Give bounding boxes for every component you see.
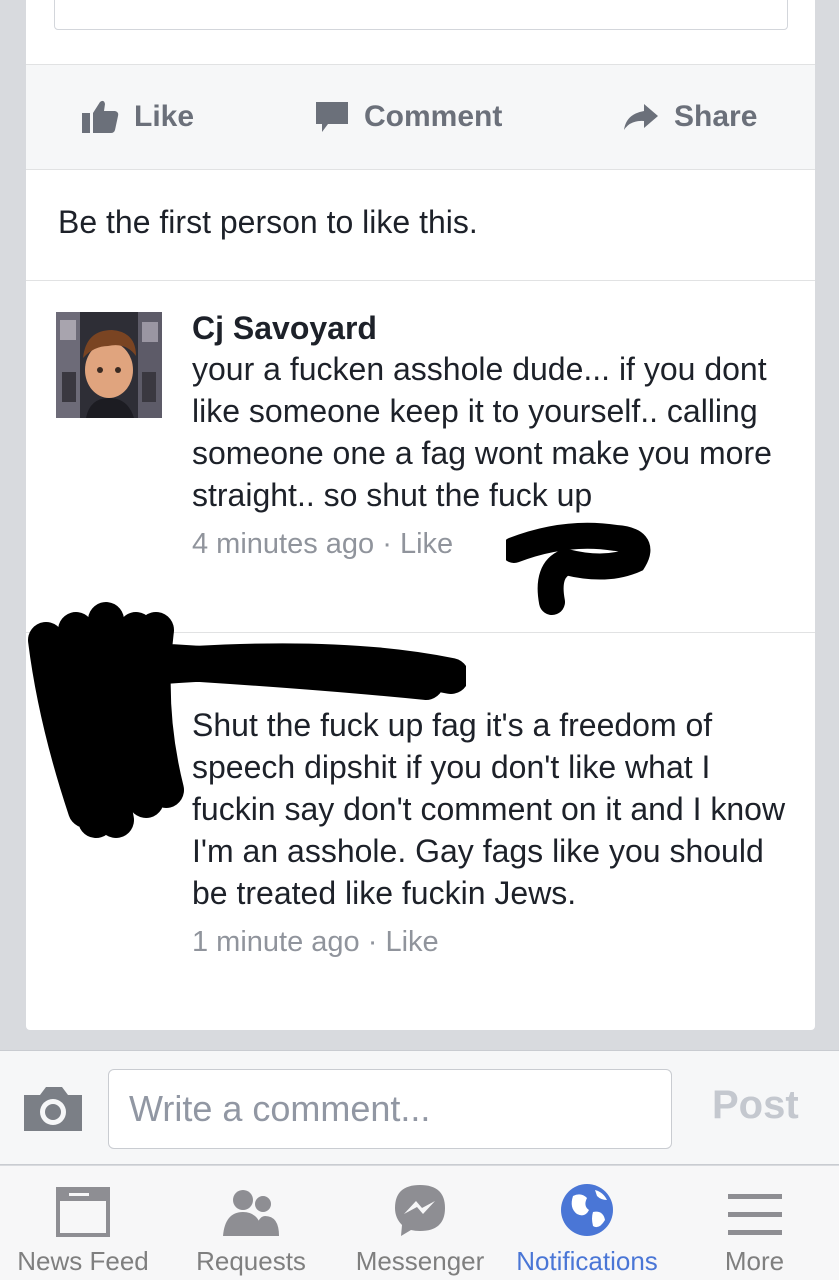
comment-composer: Write a comment... Post <box>0 1050 839 1165</box>
like-label: Like <box>134 100 195 133</box>
meta-separator: · <box>374 528 400 560</box>
post-content-box <box>54 0 788 30</box>
comment-label: Comment <box>364 100 503 133</box>
comment-item: Cj Savoyard your a fucken asshole dude..… <box>26 280 815 632</box>
redaction-scribble <box>506 522 651 615</box>
tab-more[interactable]: More <box>670 1166 839 1280</box>
post-card: Like Comment Share Be the first person t… <box>26 0 815 1030</box>
tab-label: Messenger <box>355 1246 485 1276</box>
camera-icon[interactable] <box>20 1085 86 1133</box>
tab-label: Requests <box>196 1246 306 1276</box>
news-feed-icon <box>56 1187 110 1237</box>
avatar[interactable] <box>56 312 162 418</box>
share-action[interactable]: Share <box>622 100 757 134</box>
comment-time: 1 minute ago <box>192 926 360 958</box>
likes-summary[interactable]: Be the first person to like this. <box>58 204 478 241</box>
comment-body: Cj Savoyard your a fucken asshole dude..… <box>192 308 792 561</box>
comment-like-link[interactable]: Like <box>385 926 438 958</box>
tab-label: More <box>724 1246 785 1276</box>
messenger-icon <box>395 1185 445 1236</box>
comment-meta: 4 minutes ago · Like <box>192 528 792 561</box>
globe-icon <box>561 1184 613 1236</box>
comment-meta: 1 minute ago · Like <box>192 926 792 959</box>
friend-requests-icon <box>223 1190 279 1236</box>
tab-label: News Feed <box>17 1246 149 1276</box>
comment-like-link[interactable]: Like <box>400 528 453 560</box>
comment-action[interactable]: Comment <box>314 100 502 134</box>
redaction-scribble <box>28 602 466 838</box>
comment-time: 4 minutes ago <box>192 528 375 560</box>
meta-separator: · <box>359 926 386 958</box>
tab-requests[interactable]: Requests <box>166 1166 336 1280</box>
menu-icon <box>727 1194 782 1235</box>
tab-label: Notifications <box>516 1246 658 1276</box>
like-action[interactable]: Like <box>80 99 194 135</box>
share-arrow-icon <box>624 104 658 130</box>
share-label: Share <box>674 100 758 133</box>
thumbs-up-icon <box>82 100 119 133</box>
post-button[interactable]: Post <box>712 1083 799 1128</box>
bottom-tab-bar: News Feed Requests Messenger Notificatio… <box>0 1166 839 1280</box>
comment-input[interactable]: Write a comment... <box>108 1069 672 1149</box>
tab-notifications[interactable]: Notifications <box>504 1166 670 1280</box>
post-actions-bar: Like Comment Share <box>26 64 815 170</box>
tab-news-feed[interactable]: News Feed <box>0 1166 166 1280</box>
comment-bubble-icon <box>316 102 348 132</box>
comment-text: your a fucken asshole dude... if you don… <box>192 351 772 513</box>
comment-author[interactable]: Cj Savoyard <box>192 308 792 348</box>
tab-messenger[interactable]: Messenger <box>336 1166 504 1280</box>
profile-photo <box>56 312 162 418</box>
